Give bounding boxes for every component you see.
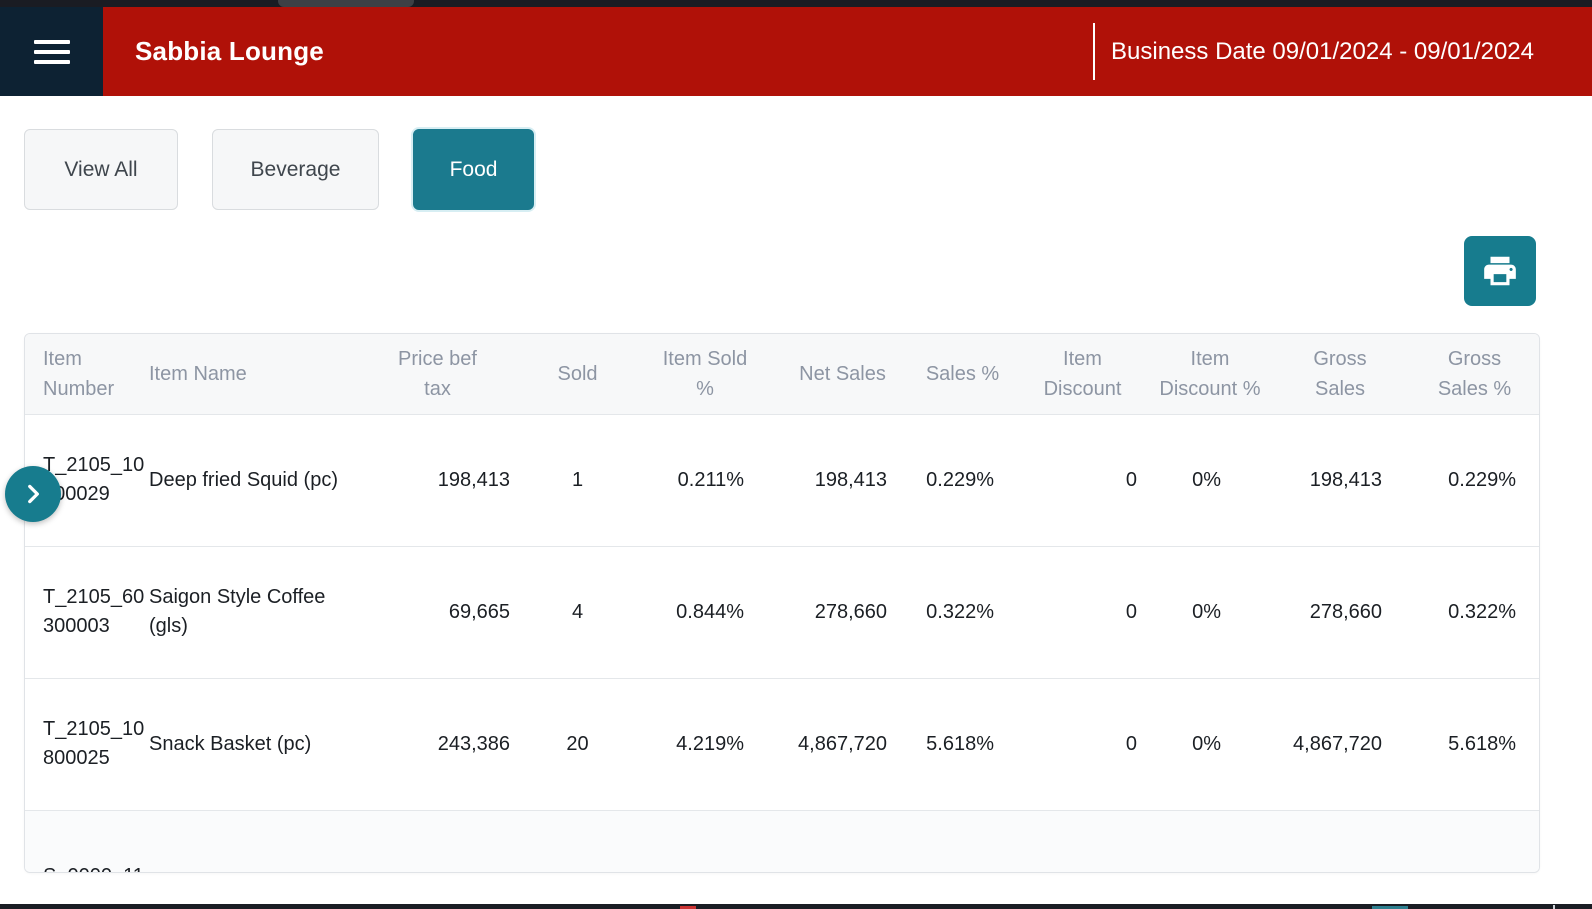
cell-sold: 4 [520,546,635,678]
cell-item-name [149,810,355,873]
column-header-label: Item Discount [1033,344,1133,404]
table-header: Item NumberItem Name Price bef tax Sold Ite… [25,334,1539,414]
cell-gross-sales-pct: 0.229% [1410,414,1539,546]
column-header-label: Gross Sales % [1430,344,1520,404]
table-row: T_2105_10800029Deep fried Squid (pc)198,… [25,414,1539,546]
cell-net-sales: 4,867,720 [775,678,910,810]
cell-gross-sales: 198,413 [1270,414,1410,546]
cell-gross-sales-pct: 5.618% [1410,678,1539,810]
cell-sales-pct [910,810,1015,873]
cell-net-sales [775,810,910,873]
cell-sales-pct: 0.229% [910,414,1015,546]
column-header-item-sold-pct: Item Sold % [635,334,775,414]
cell-item-sold-pct [635,810,775,873]
hamburger-menu-icon [34,40,70,64]
printer-icon [1481,252,1519,290]
separator-line [1093,23,1095,80]
column-header-gross-sales-pct: Gross Sales % [1410,334,1539,414]
column-header-label: Gross Sales [1305,344,1375,404]
menu-button[interactable] [0,7,103,96]
cell-item-discount-pct: 0% [1150,414,1270,546]
business-date-group: Business Date 09/01/2024 - 09/01/2024 [1093,23,1592,80]
chevron-right-icon [20,481,46,507]
table-body: T_2105_10800029Deep fried Squid (pc)198,… [25,414,1539,873]
cell-item-discount: 0 [1015,678,1150,810]
cell-item-name: Snack Basket (pc) [149,678,355,810]
browser-tab-remnant [278,0,414,7]
cell-item-discount [1015,810,1150,873]
column-header-label: Item Name [149,359,247,389]
cell-sold: 20 [520,678,635,810]
cell-item-name: Saigon Style Coffee (gls) [149,546,355,678]
cell-gross-sales-pct [1410,810,1539,873]
cell-sold: 1 [520,414,635,546]
page-title: Sabbia Lounge [135,36,324,67]
column-header-item-discount-pct: Item Discount % [1150,334,1270,414]
print-button[interactable] [1464,236,1536,306]
column-header-label: Net Sales [799,359,886,389]
column-header-item-number: Item Number [25,334,149,414]
cell-item-discount-pct: 0% [1150,678,1270,810]
cell-gross-sales: 4,867,720 [1270,678,1410,810]
table-row: S_0000_11 [25,810,1539,873]
cell-price-bef-tax: 243,386 [355,678,520,810]
column-header-sold: Sold [520,334,635,414]
filter-beverage-button[interactable]: Beverage [212,129,379,210]
cell-item-discount: 0 [1015,414,1150,546]
cell-price-bef-tax: 198,413 [355,414,520,546]
cell-item-number: S_0000_11 [25,810,149,873]
cell-sold [520,810,635,873]
column-header-sales-pct: Sales % [910,334,1015,414]
row-expander-button[interactable] [5,466,61,522]
cell-item-discount-pct [1150,810,1270,873]
cell-price-bef-tax [355,810,520,873]
column-header-label: Price bef tax [390,344,485,404]
column-header-gross-sales: Gross Sales [1270,334,1410,414]
column-header-item-discount: Item Discount [1015,334,1150,414]
cell-gross-sales-pct: 0.322% [1410,546,1539,678]
cell-item-sold-pct: 0.844% [635,546,775,678]
cell-sales-pct: 5.618% [910,678,1015,810]
items-table-card: Item NumberItem Name Price bef tax Sold Ite… [24,333,1540,873]
column-header-label: Sales % [926,359,999,389]
app-header: Sabbia Lounge Business Date 09/01/2024 -… [0,7,1592,96]
cell-item-sold-pct: 4.219% [635,678,775,810]
column-header-label: Sold [557,359,597,389]
filter-view-all-button[interactable]: View All [24,129,178,210]
cell-item-name: Deep fried Squid (pc) [149,414,355,546]
column-header-item-name: Item Name [149,334,355,414]
table-row: T_2105_60300003Saigon Style Coffee (gls)… [25,546,1539,678]
cell-item-number: T_2105_60300003 [25,546,149,678]
cell-price-bef-tax: 69,665 [355,546,520,678]
cell-gross-sales [1270,810,1410,873]
browser-edge-strip [0,0,1592,7]
column-header-label: Item Sold % [658,344,753,404]
cell-item-sold-pct: 0.211% [635,414,775,546]
cell-sales-pct: 0.322% [910,546,1015,678]
column-header-label: Item Discount % [1154,344,1266,404]
cell-net-sales: 278,660 [775,546,910,678]
cell-net-sales: 198,413 [775,414,910,546]
cell-item-number: T_2105_10800025 [25,678,149,810]
column-header-net-sales: Net Sales [775,334,910,414]
business-date-label: Business Date 09/01/2024 - 09/01/2024 [1111,38,1534,66]
bottom-cutoff-strip [0,904,1592,909]
column-header-label: Item Number [43,344,149,404]
category-filters: View All Beverage Food [24,129,568,210]
cell-item-discount-pct: 0% [1150,546,1270,678]
filter-food-button[interactable]: Food [413,129,534,210]
items-table: Item NumberItem Name Price bef tax Sold Ite… [25,334,1539,873]
cell-item-discount: 0 [1015,546,1150,678]
column-header-price-bef-tax: Price bef tax [355,334,520,414]
table-row: T_2105_10800025Snack Basket (pc)243,3862… [25,678,1539,810]
cell-gross-sales: 278,660 [1270,546,1410,678]
cutoff-divider-mark [1553,905,1555,909]
